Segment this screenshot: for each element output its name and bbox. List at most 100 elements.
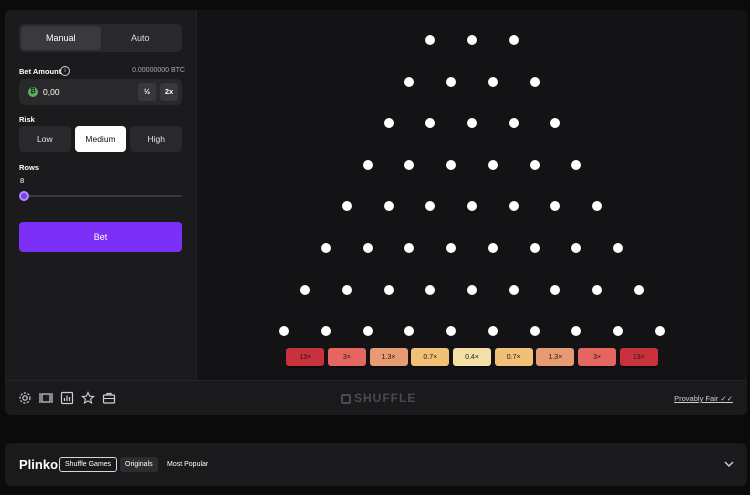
peg — [508, 284, 519, 295]
peg — [362, 243, 373, 253]
peg — [446, 326, 457, 337]
rows-slider-thumb[interactable] — [19, 191, 29, 201]
peg — [425, 284, 436, 295]
peg — [487, 76, 498, 87]
peg — [612, 243, 623, 253]
half-bet-button[interactable]: ½ — [138, 83, 156, 101]
settings-icon[interactable] — [18, 391, 32, 405]
multiplier-bucket: 13× — [286, 348, 325, 366]
peg — [446, 159, 457, 170]
peg — [654, 326, 665, 337]
peg — [341, 201, 352, 212]
risk-medium-button[interactable]: Medium — [74, 126, 127, 152]
chevron-down-icon[interactable] — [723, 458, 735, 470]
tag-originals[interactable]: Originals — [120, 457, 158, 472]
risk-high-button[interactable]: High — [130, 126, 183, 152]
peg — [425, 118, 436, 129]
peg — [341, 284, 352, 295]
multiplier-bucket: 1.3× — [369, 348, 408, 366]
double-check-icon: ✓✓ — [720, 394, 733, 403]
bet-amount-label: Bet Amount — [19, 67, 62, 76]
peg — [279, 326, 290, 337]
bet-amount-value[interactable]: 0,00 — [43, 87, 60, 97]
peg — [425, 35, 436, 45]
peg — [383, 201, 394, 212]
multiplier-bucket: 0.4× — [453, 348, 491, 366]
peg — [612, 326, 623, 337]
peg — [633, 284, 644, 295]
risk-low-button[interactable]: Low — [19, 126, 71, 152]
risk-label: Risk — [19, 115, 35, 124]
multiplier-bucket: 13× — [619, 348, 658, 366]
rows-slider-track[interactable] — [19, 195, 182, 197]
peg — [404, 243, 415, 253]
plinko-board: 13× 3× 1.3× 0.7× 0.4× 0.7× 1.3× 3× 13× — [197, 10, 747, 380]
peg — [300, 284, 311, 295]
provably-fair-label: Provably Fair — [674, 394, 719, 403]
bet-amount-input[interactable]: ₿ 0,00 ½ 2x — [19, 79, 182, 105]
brand-text: SHUFFLE — [354, 391, 417, 405]
game-title: Plinko — [19, 457, 59, 472]
peg — [383, 284, 394, 295]
risk-selector: Low Medium High — [19, 126, 183, 152]
bet-balance: 0.00000000 BTC — [132, 67, 185, 74]
peg — [404, 76, 415, 87]
tag-most-popular[interactable]: Most Popular — [162, 457, 213, 472]
multiplier-bucket: 1.3× — [536, 348, 575, 366]
tab-auto[interactable]: Auto — [101, 26, 181, 50]
tag-shuffle-games[interactable]: Shuffle Games — [59, 457, 118, 472]
peg — [446, 243, 457, 253]
multiplier-bucket: 0.7× — [494, 348, 533, 366]
peg — [508, 118, 519, 129]
peg — [571, 326, 582, 337]
theatre-mode-icon[interactable] — [39, 391, 53, 405]
peg — [404, 159, 415, 170]
peg — [404, 326, 415, 337]
bet-controls-panel: Manual Auto Bet Amount i 0.00000000 BTC … — [5, 10, 197, 380]
provably-fair-link[interactable]: Provably Fair ✓✓ — [674, 394, 733, 403]
peg — [446, 76, 457, 87]
peg — [529, 326, 540, 337]
peg — [571, 159, 582, 170]
peg — [508, 201, 519, 212]
peg — [529, 243, 540, 253]
bet-button[interactable]: Bet — [19, 222, 182, 252]
stats-icon[interactable] — [60, 391, 74, 405]
multiplier-bucket: 0.7× — [411, 348, 450, 366]
peg — [467, 118, 477, 129]
peg — [321, 243, 332, 253]
favorite-star-icon[interactable] — [81, 391, 95, 405]
tab-manual[interactable]: Manual — [21, 26, 101, 50]
peg — [550, 284, 561, 295]
info-icon[interactable]: i — [60, 66, 70, 76]
peg — [529, 159, 540, 170]
peg — [487, 243, 498, 253]
peg — [550, 118, 561, 129]
peg — [487, 326, 498, 337]
brand-logo: SHUFFLE — [341, 391, 416, 405]
game-footer: SHUFFLE Provably Fair ✓✓ — [5, 380, 747, 415]
multiplier-bucket: 3× — [578, 348, 617, 366]
bitcoin-coin-icon: ₿ — [28, 87, 38, 97]
peg — [467, 201, 477, 212]
rows-value: 8 — [20, 176, 25, 185]
mode-tabs: Manual Auto — [19, 24, 182, 52]
shuffle-logo-icon — [341, 394, 351, 404]
peg — [571, 243, 582, 253]
peg — [321, 326, 332, 337]
game-card: Manual Auto Bet Amount i 0.00000000 BTC … — [5, 10, 747, 415]
peg — [362, 159, 373, 170]
double-bet-button[interactable]: 2x — [160, 83, 178, 101]
game-info-bar: Plinko Shuffle Games Originals Most Popu… — [5, 443, 747, 486]
peg — [467, 284, 477, 295]
multiplier-bucket: 3× — [327, 348, 366, 366]
peg — [529, 76, 540, 87]
peg — [487, 159, 498, 170]
peg — [362, 326, 373, 337]
rows-label: Rows — [19, 163, 40, 172]
fairness-briefcase-icon[interactable] — [102, 391, 116, 405]
peg — [425, 201, 436, 212]
peg — [592, 284, 603, 295]
peg — [467, 35, 477, 45]
peg — [383, 118, 394, 129]
